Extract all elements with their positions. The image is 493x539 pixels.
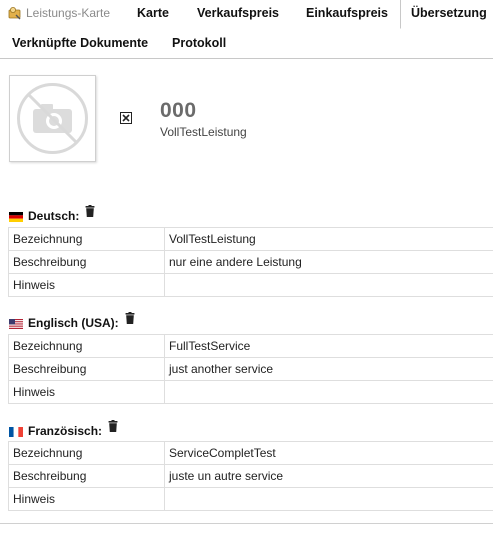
item-number: 000 — [160, 99, 197, 122]
trash-icon[interactable] — [125, 312, 135, 327]
translation-table-englisch: Bezeichnung FullTestService Beschreibung… — [8, 334, 493, 404]
language-label: Deutsch: — [28, 208, 80, 223]
field-label: Bezeichnung — [8, 441, 165, 465]
trash-icon[interactable] — [85, 205, 95, 220]
close-box-icon — [120, 111, 132, 128]
section-heading-englisch: Englisch (USA): — [9, 312, 135, 330]
field-value-beschreibung[interactable]: juste un autre service — [164, 464, 493, 488]
table-row: Hinweis — [8, 273, 493, 297]
tab-header-label: Leistungs-Karte — [26, 6, 111, 20]
flag-us-icon — [9, 318, 23, 329]
field-label: Hinweis — [8, 380, 165, 404]
tab-bar: Leistungs-Karte Karte Verkaufspreis Eink… — [0, 0, 493, 59]
field-value-bezeichnung[interactable]: ServiceCompletTest — [164, 441, 493, 465]
table-row: Bezeichnung ServiceCompletTest — [8, 441, 493, 465]
tab-uebersetzung[interactable]: Übersetzung — [400, 0, 493, 29]
field-value-beschreibung[interactable]: nur eine andere Leistung — [164, 250, 493, 274]
table-row: Hinweis — [8, 487, 493, 511]
field-label: Bezeichnung — [8, 334, 165, 358]
flag-fr-icon — [9, 426, 23, 437]
service-card-icon — [8, 6, 22, 20]
translation-table-franzoesisch: Bezeichnung ServiceCompletTest Beschreib… — [8, 441, 493, 511]
section-heading-franzoesisch: Französisch: — [9, 420, 118, 438]
field-label: Beschreibung — [8, 357, 165, 381]
table-row: Bezeichnung VollTestLeistung — [8, 227, 493, 251]
field-value-hinweis[interactable] — [164, 487, 493, 511]
remove-image-button[interactable] — [120, 111, 132, 124]
tab-verkaufspreis[interactable]: Verkaufspreis — [197, 6, 279, 20]
table-row: Beschreibung nur eine andere Leistung — [8, 250, 493, 274]
trash-icon[interactable] — [108, 420, 118, 435]
tab-protokoll[interactable]: Protokoll — [172, 36, 226, 50]
field-label: Hinweis — [8, 487, 165, 511]
field-label: Bezeichnung — [8, 227, 165, 251]
item-image[interactable] — [9, 75, 96, 162]
table-row: Hinweis — [8, 380, 493, 404]
section-heading-deutsch: Deutsch: — [9, 205, 95, 223]
flag-de-icon — [9, 211, 23, 222]
table-row: Beschreibung juste un autre service — [8, 464, 493, 488]
field-value-bezeichnung[interactable]: VollTestLeistung — [164, 227, 493, 251]
field-value-hinweis[interactable] — [164, 273, 493, 297]
translation-table-deutsch: Bezeichnung VollTestLeistung Beschreibun… — [8, 227, 493, 297]
item-name: VollTestLeistung — [160, 125, 247, 139]
bottom-divider — [0, 523, 493, 524]
field-label: Hinweis — [8, 273, 165, 297]
language-label: Französisch: — [28, 423, 103, 438]
field-value-bezeichnung[interactable]: FullTestService — [164, 334, 493, 358]
tab-leistungs-karte[interactable]: Leistungs-Karte — [8, 6, 110, 20]
language-label: Englisch (USA): — [28, 315, 119, 330]
field-value-beschreibung[interactable]: just another service — [164, 357, 493, 381]
table-row: Beschreibung just another service — [8, 357, 493, 381]
table-row: Bezeichnung FullTestService — [8, 334, 493, 358]
tab-karte[interactable]: Karte — [137, 6, 169, 20]
field-value-hinweis[interactable] — [164, 380, 493, 404]
tab-verknuepfte-dokumente[interactable]: Verknüpfte Dokumente — [12, 36, 148, 50]
field-label: Beschreibung — [8, 464, 165, 488]
field-label: Beschreibung — [8, 250, 165, 274]
tab-einkaufspreis[interactable]: Einkaufspreis — [306, 6, 388, 20]
